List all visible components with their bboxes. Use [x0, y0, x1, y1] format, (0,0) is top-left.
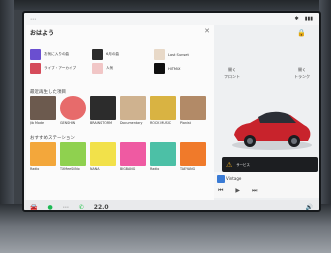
album-tile[interactable]: GENSHIN: [60, 96, 86, 130]
car-model: [232, 111, 312, 150]
quick-item-art: [30, 63, 41, 74]
touchscreen: ⋯ ✱ ▮▮▮ おはよう ✕ お気に入りの曲 6月の曲 Lost Sunset: [22, 11, 321, 212]
album-caption: BRAINSTORM: [90, 121, 112, 125]
station-caption: Radio: [30, 167, 40, 171]
volume-icon[interactable]: 🔊: [306, 204, 313, 211]
station-art: [180, 142, 206, 166]
quick-item[interactable]: Lost Sunset: [154, 49, 189, 60]
station-art: [120, 142, 146, 166]
previous-icon[interactable]: ⏮: [218, 187, 223, 195]
station-caption: TXMeeSiiNo: [60, 167, 80, 171]
album-caption: Pianist: [180, 121, 191, 125]
quick-item-label: Lost Sunset: [168, 52, 189, 57]
station-tile[interactable]: NANA: [90, 142, 116, 176]
album-caption: Documentary: [120, 121, 143, 125]
playback-controls: ⏮ ▶ ⏭: [218, 187, 257, 195]
frunk-label: フロント: [224, 74, 240, 79]
play-icon[interactable]: ▶: [235, 187, 240, 195]
quick-item[interactable]: ライブ・アーカイブ: [30, 63, 76, 74]
temperature[interactable]: 22.0: [94, 204, 109, 211]
album-tile[interactable]: Jib Mode: [30, 96, 56, 130]
alert-text: サービス: [236, 163, 250, 167]
next-icon[interactable]: ⏭: [252, 187, 257, 195]
quick-item-label: ライブ・アーカイブ: [44, 66, 77, 70]
stations-row: Radio TXMeeSiiNo NANA BIGBANG Radio TAEY…: [30, 142, 212, 176]
album-caption: Jib Mode: [30, 121, 45, 125]
status-bar: ⋯ ✱ ▮▮▮: [24, 13, 319, 25]
station-caption: TAEYANG: [180, 167, 196, 171]
trunk-state: 開く: [298, 67, 306, 72]
quick-item-art: [92, 49, 103, 60]
album-art: [90, 96, 116, 120]
signal-icon: ▮▮▮: [304, 16, 313, 22]
station-caption: NANA: [90, 167, 100, 171]
lock-icon[interactable]: 🔒: [297, 29, 306, 37]
station-art: [150, 142, 176, 166]
station-tile[interactable]: Radio: [30, 142, 56, 176]
quick-picks: お気に入りの曲 6月の曲 Lost Sunset ライブ・アーカイブ 人気 Hi…: [30, 49, 212, 85]
frunk-state: 開く: [228, 67, 236, 72]
dashboard-top: [0, 0, 331, 10]
station-tile[interactable]: TXMeeSiiNo: [60, 142, 86, 176]
quick-item-label: お気に入りの曲: [44, 52, 70, 56]
station-art: [30, 142, 56, 166]
quick-item-art: [154, 49, 165, 60]
music-icon[interactable]: ●: [47, 204, 52, 211]
quick-item[interactable]: HiTMiX: [154, 63, 180, 74]
quick-item[interactable]: 人気: [92, 63, 113, 74]
station-art: [60, 142, 86, 166]
album-art: [60, 96, 86, 120]
quick-item[interactable]: 6月の曲: [92, 49, 119, 60]
section-heading: おすすめステーション: [30, 136, 75, 141]
menu-icon[interactable]: ⋯: [30, 16, 36, 23]
quick-item-label: 人気: [106, 66, 114, 70]
quick-item-art: [92, 63, 103, 74]
album-caption: GENSHIN: [60, 121, 76, 125]
close-icon[interactable]: ✕: [204, 27, 210, 35]
alert-banner[interactable]: ⚠ サービス: [222, 157, 318, 172]
now-playing-art: [217, 175, 225, 183]
station-tile[interactable]: BIGBANG: [120, 142, 146, 176]
apps-icon[interactable]: ⋯: [63, 204, 69, 211]
quick-item-label: 6月の曲: [106, 52, 120, 56]
phone-icon[interactable]: ✆: [79, 204, 84, 211]
album-art: [150, 96, 176, 120]
bluetooth-icon: ✱: [294, 16, 299, 22]
warning-icon: ⚠: [226, 160, 233, 169]
music-panel: おはよう ✕ お気に入りの曲 6月の曲 Lost Sunset ライブ・アーカイ…: [26, 25, 214, 200]
quick-item[interactable]: お気に入りの曲: [30, 49, 69, 60]
album-caption: ROCK MUSIC: [150, 121, 172, 125]
station-tile[interactable]: TAEYANG: [180, 142, 206, 176]
station-art: [90, 142, 116, 166]
album-art: [180, 96, 206, 120]
bottom-bar: 🚘 ● ⋯ ✆ 22.0 🔊: [24, 200, 319, 211]
station-caption: BIGBANG: [120, 167, 136, 171]
quick-item-art: [154, 63, 165, 74]
album-art: [120, 96, 146, 120]
now-playing: Vintage ⏮ ▶ ⏭: [214, 172, 319, 198]
frunk-button[interactable]: 開く フロント: [224, 67, 240, 80]
section-heading: 最近再生した項目: [30, 90, 66, 95]
album-tile[interactable]: Pianist: [180, 96, 206, 130]
album-art: [30, 96, 56, 120]
quick-item-label: HiTMiX: [168, 66, 181, 71]
album-tile[interactable]: Documentary: [120, 96, 146, 130]
album-tile[interactable]: BRAINSTORM: [90, 96, 116, 130]
trunk-button[interactable]: 開く トランク: [294, 67, 310, 80]
recent-row: Jib Mode GENSHIN BRAINSTORM Documentary …: [30, 96, 212, 130]
album-tile[interactable]: ROCK MUSIC: [150, 96, 176, 130]
music-greeting: おはよう: [30, 30, 55, 37]
station-tile[interactable]: Radio: [150, 142, 176, 176]
car-icon[interactable]: 🚘: [30, 204, 37, 211]
quick-item-art: [30, 49, 41, 60]
station-caption: Radio: [150, 167, 160, 171]
now-playing-title: Vintage: [226, 176, 242, 181]
trunk-label: トランク: [294, 74, 310, 79]
